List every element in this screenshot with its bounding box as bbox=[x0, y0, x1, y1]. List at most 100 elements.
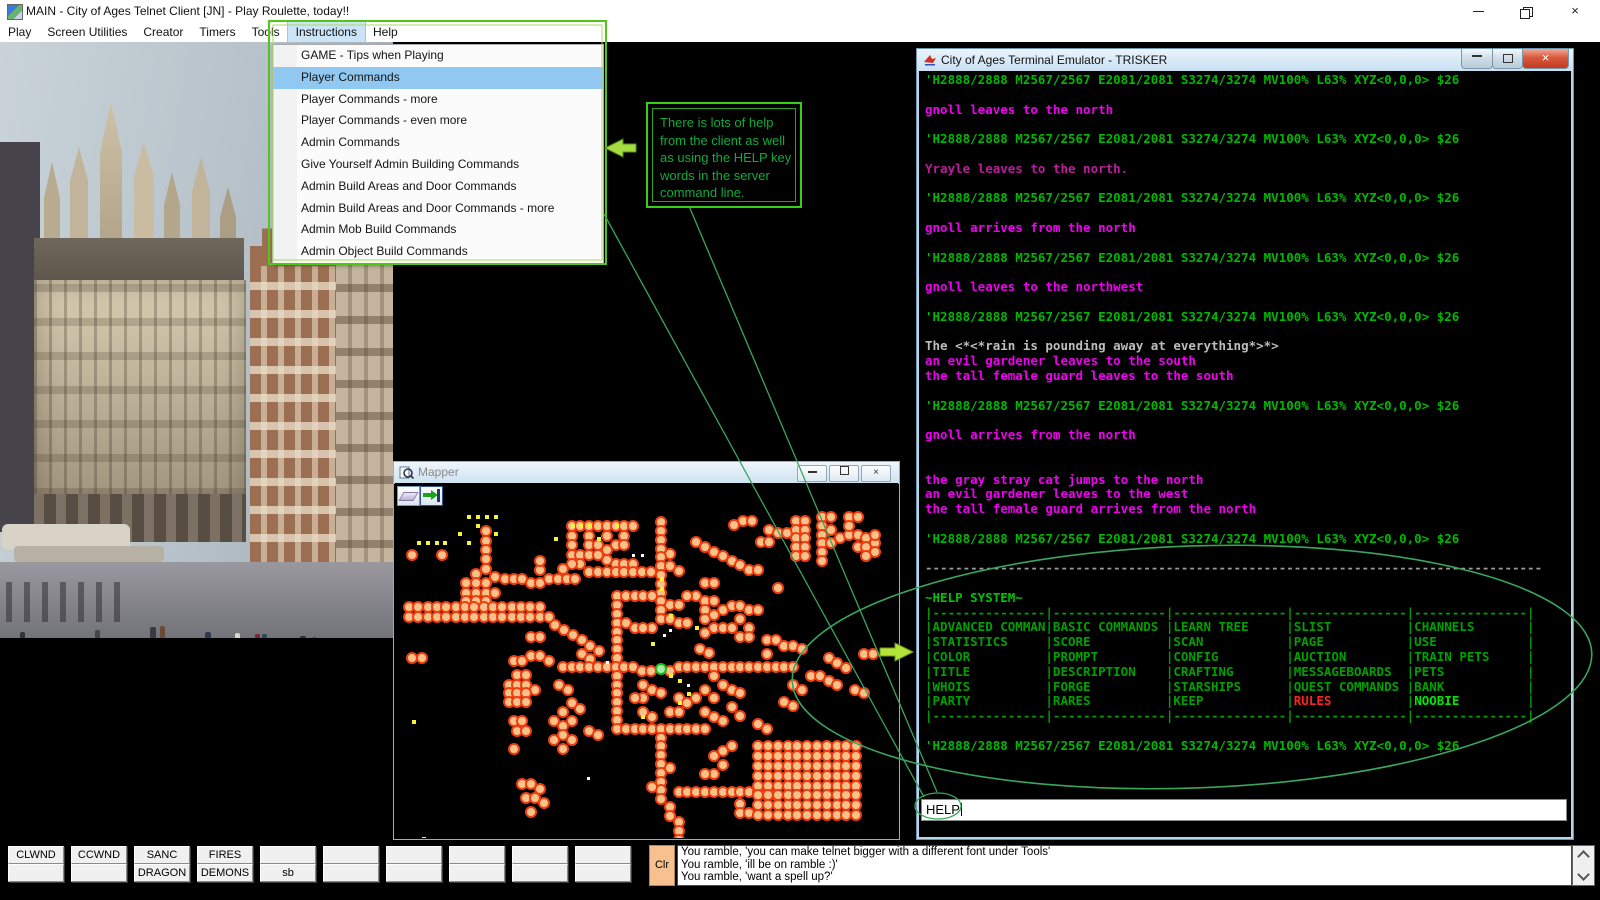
map-goto-button[interactable] bbox=[420, 486, 443, 506]
map-room-dot bbox=[796, 684, 808, 696]
terminal-output[interactable]: 'H2888/2888 M2567/2567 E2081/2081 S3274/… bbox=[919, 71, 1571, 837]
terminal-line: |ADVANCED COMMAN|BASIC COMMANDS |LEARN T… bbox=[925, 620, 1542, 635]
menu-item-give-yourself-admin-building-commands[interactable]: Give Yourself Admin Building Commands bbox=[273, 154, 603, 176]
macro-button-empty[interactable] bbox=[575, 846, 631, 864]
menu-item-admin-build-areas-and-door-commands-more[interactable]: Admin Build Areas and Door Commands - mo… bbox=[273, 198, 603, 220]
map-marker-dot bbox=[663, 634, 666, 637]
menu-item-admin-object-build-commands[interactable]: Admin Object Build Commands bbox=[273, 241, 603, 263]
menu-creator[interactable]: Creator bbox=[135, 22, 191, 42]
menu-item-player-commands-more[interactable]: Player Commands - more bbox=[273, 89, 603, 111]
main-title-bar: MAIN - City of Ages Telnet Client [JN] -… bbox=[0, 0, 1600, 22]
macro-button-clwnd[interactable]: CLWND bbox=[8, 846, 64, 864]
map-marker-dot bbox=[458, 532, 462, 536]
terminal-line: 'H2888/2888 M2567/2567 E2081/2081 S3274/… bbox=[925, 132, 1542, 147]
menu-item-player-commands-even-more[interactable]: Player Commands - even more bbox=[273, 110, 603, 132]
menu-item-admin-mob-build-commands[interactable]: Admin Mob Build Commands bbox=[273, 219, 603, 241]
terminal-line bbox=[925, 384, 1542, 399]
terminal-line: 'H2888/2888 M2567/2567 E2081/2081 S3274/… bbox=[925, 310, 1542, 325]
map-room-dot bbox=[869, 529, 881, 541]
map-room-dot bbox=[627, 520, 639, 532]
chat-log[interactable]: You ramble, 'you can make telnet bigger … bbox=[677, 845, 1572, 886]
map-room-dot bbox=[746, 515, 758, 527]
macro-button-empty[interactable] bbox=[260, 846, 316, 864]
map-room-dot bbox=[416, 652, 428, 664]
macro-button-empty[interactable] bbox=[323, 864, 379, 882]
map-room-dot bbox=[734, 687, 746, 699]
terminal-line bbox=[925, 576, 1542, 591]
terminal-command-input[interactable]: HELP bbox=[921, 799, 1567, 821]
terminal-line: 'H2888/2888 M2567/2567 E2081/2081 S3274/… bbox=[925, 191, 1542, 206]
macro-button-demons[interactable]: DEMONS bbox=[197, 864, 253, 882]
map-marker-dot bbox=[660, 587, 664, 591]
macro-button-sb[interactable]: sb bbox=[260, 864, 316, 882]
menu-item-player-commands[interactable]: Player Commands bbox=[273, 67, 603, 89]
terminal-line: an evil gardener leaves to the west bbox=[925, 487, 1542, 502]
menu-screen-utilities[interactable]: Screen Utilities bbox=[39, 22, 135, 42]
map-marker-dot bbox=[651, 642, 655, 646]
map-eraser-button[interactable] bbox=[397, 486, 420, 506]
macro-button-empty[interactable] bbox=[323, 846, 379, 864]
menu-item-game-tips-when-playing[interactable]: GAME - Tips when Playing bbox=[273, 45, 603, 67]
macro-button-empty[interactable] bbox=[386, 864, 442, 882]
terminal-line: |TITLE |DESCRIPTION |CRAFTING |MESSAGEBO… bbox=[925, 665, 1542, 680]
map-room-dot bbox=[699, 627, 711, 639]
chat-scrollbar[interactable] bbox=[1572, 845, 1595, 886]
menu-instructions[interactable]: Instructions bbox=[288, 22, 365, 42]
mapper-minimize-button[interactable] bbox=[797, 465, 827, 482]
macro-button-empty[interactable] bbox=[575, 864, 631, 882]
map-room-dot bbox=[406, 549, 418, 561]
scroll-up-icon[interactable] bbox=[1577, 850, 1590, 863]
map-canvas[interactable] bbox=[395, 483, 898, 838]
macro-button-fires[interactable]: FIRES bbox=[197, 846, 253, 864]
main-window-title: MAIN - City of Ages Telnet Client [JN] -… bbox=[26, 4, 349, 18]
map-marker-dot bbox=[422, 837, 426, 838]
chat-message: You ramble, 'you can make telnet bigger … bbox=[678, 846, 1571, 859]
terminal-line: ----------------------------------------… bbox=[925, 561, 1542, 576]
terminal-close-button[interactable]: × bbox=[1522, 49, 1569, 69]
map-room-dot bbox=[673, 565, 685, 577]
map-room-dot bbox=[538, 797, 550, 809]
macro-button-empty[interactable] bbox=[71, 864, 127, 882]
terminal-minimize-button[interactable] bbox=[1461, 49, 1493, 69]
menu-help[interactable]: Help bbox=[365, 22, 406, 42]
restore-button[interactable] bbox=[1510, 0, 1544, 22]
terminal-line: the gray stray cat jumps to the north bbox=[925, 473, 1542, 488]
map-room-dot bbox=[557, 563, 569, 575]
menu-item-admin-commands[interactable]: Admin Commands bbox=[273, 132, 603, 154]
map-marker-dot bbox=[641, 554, 644, 557]
map-marker-dot bbox=[678, 679, 682, 683]
macro-button-empty[interactable] bbox=[449, 864, 505, 882]
macro-button-dragon[interactable]: DRAGON bbox=[134, 864, 190, 882]
macro-button-sanc[interactable]: SANC bbox=[134, 846, 190, 864]
map-marker-dot bbox=[417, 541, 421, 545]
macro-button-empty[interactable] bbox=[512, 846, 568, 864]
menu-play[interactable]: Play bbox=[0, 22, 39, 42]
menu-tools[interactable]: Tools bbox=[244, 22, 288, 42]
terminal-line: 'H2888/2888 M2567/2567 E2081/2081 S3274/… bbox=[925, 73, 1542, 88]
scroll-down-icon[interactable] bbox=[1577, 868, 1590, 881]
map-room-dot bbox=[699, 723, 711, 735]
mapper-title-bar[interactable]: Mapper × bbox=[394, 462, 899, 484]
terminal-line: 'H2888/2888 M2567/2567 E2081/2081 S3274/… bbox=[925, 251, 1542, 266]
map-marker-dot bbox=[412, 720, 416, 724]
terminal-line: gnoll arrives from the north bbox=[925, 428, 1542, 443]
mapper-maximize-button[interactable] bbox=[829, 465, 859, 482]
macro-button-empty[interactable] bbox=[8, 864, 64, 882]
macro-button-ccwnd[interactable]: CCWND bbox=[71, 846, 127, 864]
menu-item-admin-build-areas-and-door-commands[interactable]: Admin Build Areas and Door Commands bbox=[273, 176, 603, 198]
terminal-line: |PARTY |RARES |KEEP |RULES |NOOBIE | bbox=[925, 694, 1542, 709]
macro-button-empty[interactable] bbox=[449, 846, 505, 864]
map-marker-dot bbox=[476, 524, 480, 528]
map-marker-dot bbox=[571, 524, 575, 528]
mapper-close-button[interactable]: × bbox=[861, 465, 891, 482]
macro-button-empty[interactable] bbox=[512, 864, 568, 882]
terminal-line bbox=[925, 458, 1542, 473]
macro-button-empty[interactable] bbox=[386, 846, 442, 864]
clear-chat-button[interactable]: Clr bbox=[649, 845, 675, 886]
terminal-maximize-button[interactable] bbox=[1492, 49, 1523, 69]
close-button[interactable]: × bbox=[1558, 0, 1592, 22]
menu-timers[interactable]: Timers bbox=[191, 22, 243, 42]
map-room-dot bbox=[816, 555, 828, 567]
terminal-title-bar[interactable]: City of Ages Terminal Emulator - TRISKER… bbox=[917, 49, 1573, 71]
minimize-button[interactable] bbox=[1462, 0, 1496, 22]
